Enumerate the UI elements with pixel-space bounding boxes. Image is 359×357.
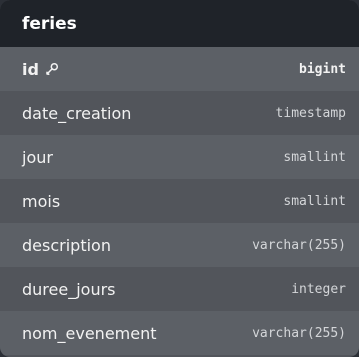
field-name: nom_evenement xyxy=(22,323,157,343)
field-type: timestamp xyxy=(275,105,346,121)
key-icon xyxy=(45,62,59,76)
table-title: feries xyxy=(22,13,77,34)
field-row-id[interactable]: id bigint xyxy=(0,47,359,91)
field-row-nom-evenement[interactable]: nom_evenement varchar(255) xyxy=(0,311,359,355)
field-row-mois[interactable]: mois smallint xyxy=(0,179,359,223)
field-name: description xyxy=(22,235,111,255)
field-row-date-creation[interactable]: date_creation timestamp xyxy=(0,91,359,135)
field-row-description[interactable]: description varchar(255) xyxy=(0,223,359,267)
field-type: smallint xyxy=(283,149,346,165)
field-name: mois xyxy=(22,191,61,211)
field-name: date_creation xyxy=(22,103,132,123)
field-name: duree_jours xyxy=(22,279,116,299)
field-type: smallint xyxy=(283,193,346,209)
field-type: integer xyxy=(291,281,346,297)
field-type: varchar(255) xyxy=(252,325,346,341)
field-type: varchar(255) xyxy=(252,237,346,253)
field-name-primary-key: id xyxy=(22,60,59,79)
field-name-label: id xyxy=(22,59,39,79)
field-name: jour xyxy=(22,147,53,167)
table-node-feries[interactable]: feries id bigint date_creation timestamp… xyxy=(0,0,359,357)
field-row-jour[interactable]: jour smallint xyxy=(0,135,359,179)
field-type: bigint xyxy=(299,61,346,77)
field-row-duree-jours[interactable]: duree_jours integer xyxy=(0,267,359,311)
table-header[interactable]: feries xyxy=(0,0,359,47)
